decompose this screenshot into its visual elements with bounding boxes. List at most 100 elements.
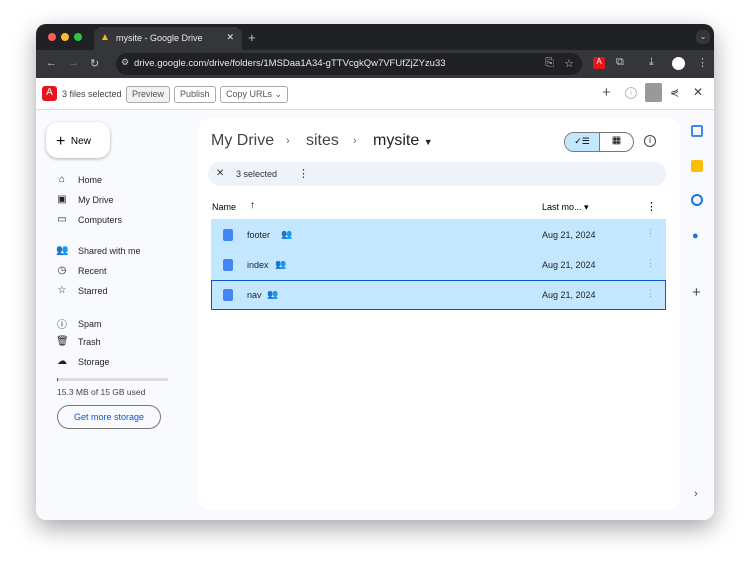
row-menu-icon[interactable]: ⋮ (646, 288, 655, 299)
list-view-button[interactable]: ✓☰ (565, 133, 599, 151)
breadcrumb-my-drive[interactable]: My Drive (211, 132, 274, 150)
url-text: drive.google.com/drive/folders/1MSDaa1A3… (134, 58, 446, 69)
spam-icon: ⓘ (57, 320, 67, 331)
sidebar-item-spam[interactable]: ⓘ Spam (56, 316, 102, 332)
shared-icon: 👥 (281, 229, 293, 239)
close-tab-icon[interactable]: ✕ (226, 32, 234, 43)
plus-icon: + (56, 133, 66, 150)
row-menu-icon[interactable]: ⋮ (646, 258, 655, 269)
new-button[interactable]: + New (46, 122, 110, 158)
clear-selection-icon[interactable]: ✕ (216, 168, 224, 179)
file-name: nav (247, 290, 262, 300)
extensions-icon[interactable]: ⧉ (616, 56, 624, 69)
browser-tab[interactable]: ▲ mysite - Google Drive ✕ (94, 27, 242, 50)
clock-icon: ◷ (57, 265, 67, 276)
storage-bar-fill (57, 378, 58, 381)
modified-date: Aug 21, 2024 (542, 290, 596, 300)
sidebar-label: Spam (78, 318, 102, 329)
shared-icon: 👥 (267, 289, 279, 299)
sidebar-item-starred[interactable]: ☆ Starred (56, 285, 108, 296)
google-doc-icon (223, 229, 233, 241)
details-info-icon[interactable]: i (644, 135, 656, 147)
chevron-right-icon: › (353, 135, 357, 147)
add-addon-icon[interactable]: + (692, 284, 701, 301)
expand-panel-icon[interactable]: › (694, 488, 698, 500)
address-bar-row: ← → ↻ ⚙ drive.google.com/drive/folders/1… (36, 50, 714, 78)
sidebar-item-shared[interactable]: 👥 Shared with me (56, 245, 141, 256)
sidebar-item-home[interactable]: ⌂ Home (56, 174, 102, 185)
new-label: New (70, 136, 91, 147)
install-icon[interactable]: ⎘ (545, 57, 554, 70)
browser-window: ▲ mysite - Google Drive ✕ + ⌄ ← → ↻ ⚙ dr… (36, 24, 714, 520)
back-icon[interactable]: ← (46, 57, 57, 69)
get-more-storage-button[interactable]: Get more storage (57, 405, 161, 429)
google-doc-icon (223, 259, 233, 271)
close-icon[interactable]: ✕ (693, 85, 703, 99)
calendar-icon[interactable] (691, 125, 703, 137)
adobe-extension-icon[interactable]: A (593, 57, 605, 69)
shared-icon: 👥 (275, 259, 287, 269)
home-icon: ⌂ (58, 174, 66, 185)
reload-icon[interactable]: ↻ (90, 57, 99, 70)
close-window-button[interactable] (48, 33, 56, 41)
tab-title: mysite - Google Drive (116, 33, 203, 43)
maximize-window-button[interactable] (74, 33, 82, 41)
download-icon[interactable]: ⤓ (649, 56, 654, 69)
breadcrumb-mysite[interactable]: mysite ▼ (373, 132, 433, 150)
forward-icon[interactable]: → (68, 57, 79, 69)
row-menu-icon[interactable]: ⋮ (646, 228, 655, 239)
user-avatar[interactable] (645, 83, 662, 102)
sort-ascending-icon[interactable]: ↑ (250, 200, 255, 211)
computer-icon: ▭ (57, 214, 67, 225)
modified-date: Aug 21, 2024 (542, 230, 596, 240)
column-options-icon[interactable]: ⋮ (646, 200, 657, 213)
drive-logo-icon: ▲ (100, 32, 110, 43)
sidebar-item-recent[interactable]: ◷ Recent (56, 265, 107, 276)
drive-icon: ▣ (57, 194, 67, 205)
menu-icon[interactable]: ⋮ (697, 56, 708, 69)
site-info-icon[interactable]: ⚙ (121, 57, 129, 68)
extension-bar: A 3 files selected Preview Publish Copy … (36, 78, 714, 110)
info-icon[interactable]: i (625, 87, 637, 99)
share-icon[interactable]: ⋞ (670, 86, 679, 99)
breadcrumb-sites[interactable]: sites (306, 132, 339, 150)
modified-header-label: Last mo... (542, 202, 582, 212)
file-name: index (247, 260, 269, 270)
sidebar-label: Recent (78, 265, 107, 276)
keep-icon[interactable] (691, 160, 703, 172)
selection-status: 3 files selected (62, 89, 122, 99)
copy-urls-button[interactable]: Copy URLs ⌄ (220, 86, 289, 103)
current-folder: mysite (373, 132, 420, 149)
table-row[interactable]: nav 👥 Aug 21, 2024 ⋮ (211, 280, 666, 310)
preview-button[interactable]: Preview (126, 86, 171, 103)
sidebar-item-trash[interactable]: 🗑 Trash (56, 336, 101, 347)
grid-view-button[interactable]: ▦ (598, 133, 633, 151)
file-name: footer (247, 230, 271, 240)
tab-search-button[interactable]: ⌄ (696, 30, 710, 44)
cloud-icon: ☁ (57, 356, 67, 367)
name-column-header[interactable]: Name (212, 202, 236, 212)
bookmark-star-icon[interactable]: ☆ (564, 57, 574, 70)
tasks-icon[interactable] (691, 194, 703, 206)
profile-avatar[interactable] (672, 57, 685, 70)
storage-bar (57, 378, 168, 381)
sidebar-item-my-drive[interactable]: ▣ My Drive (56, 194, 114, 205)
chevron-right-icon: › (286, 135, 290, 147)
more-actions-icon[interactable]: ⋮ (298, 167, 309, 180)
url-input[interactable]: ⚙ drive.google.com/drive/folders/1MSDaa1… (116, 53, 582, 75)
storage-text: 15.3 MB of 15 GB used (57, 387, 146, 397)
minimize-window-button[interactable] (61, 33, 69, 41)
sidebar-label: My Drive (78, 194, 114, 205)
contacts-icon[interactable]: ● (692, 230, 699, 242)
table-row[interactable]: index 👥 Aug 21, 2024 ⋮ (211, 250, 666, 280)
add-icon[interactable]: + (602, 84, 611, 101)
sidebar-label: Shared with me (78, 245, 141, 256)
sidebar-label: Trash (78, 336, 101, 347)
sidebar-label: Computers (78, 214, 123, 225)
new-tab-button[interactable]: + (248, 30, 256, 45)
sidebar-item-computers[interactable]: ▭ Computers (56, 214, 122, 225)
publish-button[interactable]: Publish (174, 86, 216, 103)
sidebar-item-storage[interactable]: ☁ Storage (56, 356, 110, 367)
modified-column-header[interactable]: Last mo... ▾ (542, 202, 589, 213)
table-row[interactable]: footer 👥 Aug 21, 2024 ⋮ (211, 220, 666, 250)
